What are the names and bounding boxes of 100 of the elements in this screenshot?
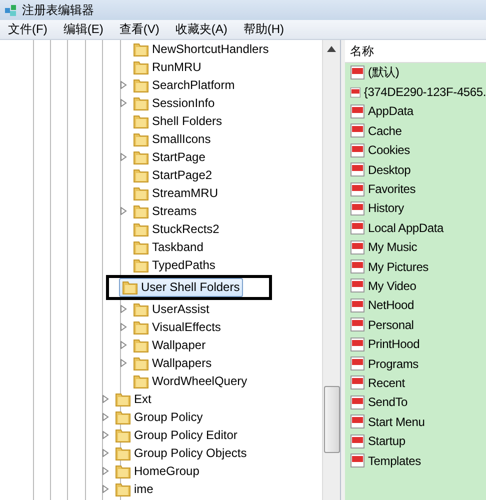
menu-item[interactable]: 收藏夹(A) <box>167 21 236 38</box>
tree-item[interactable]: Wallpaper <box>130 336 209 354</box>
menu-item[interactable]: 帮助(H) <box>235 21 292 38</box>
string-value-icon <box>350 336 365 352</box>
value-name[interactable]: My Video <box>368 278 416 293</box>
value-name[interactable]: Templates <box>368 454 421 468</box>
folder-icon <box>115 482 131 496</box>
tree-item[interactable]: UserAssist <box>130 300 212 318</box>
string-value-icon <box>350 182 365 197</box>
value-name[interactable]: NetHood <box>368 298 414 312</box>
tree-item[interactable]: ime <box>112 480 156 498</box>
string-value-icon <box>350 375 365 390</box>
tree-item[interactable]: TypedPaths <box>130 256 218 274</box>
folder-icon <box>115 392 131 406</box>
string-value-icon <box>350 453 365 468</box>
expand-arrow-icon[interactable] <box>120 305 128 313</box>
expand-arrow-icon[interactable] <box>120 153 128 161</box>
folder-icon <box>133 338 149 352</box>
expand-arrow-icon[interactable] <box>102 395 110 403</box>
value-name[interactable]: Programs <box>368 356 418 371</box>
value-name[interactable]: Desktop <box>368 162 411 177</box>
tree-item[interactable]: Ext <box>112 390 154 408</box>
folder-icon <box>133 186 149 200</box>
folder-icon <box>133 78 149 92</box>
string-value-icon <box>350 298 365 313</box>
value-name[interactable]: Start Menu <box>368 414 425 429</box>
tree-item[interactable]: SearchPlatform <box>130 76 238 94</box>
value-name[interactable]: (默认) <box>368 64 400 82</box>
expand-arrow-icon[interactable] <box>120 359 128 367</box>
string-value-icon <box>350 65 365 80</box>
menu-item[interactable]: 编辑(E) <box>55 21 112 38</box>
menu-item[interactable]: 文件(F) <box>0 21 56 38</box>
folder-icon <box>133 132 149 146</box>
value-name[interactable]: Cache <box>368 124 402 138</box>
tree-item[interactable]: HomeGroup <box>112 462 202 480</box>
string-value-icon <box>350 240 365 255</box>
expand-arrow-icon[interactable] <box>120 341 128 349</box>
value-name[interactable]: Cookies <box>368 143 410 158</box>
value-name[interactable]: History <box>368 201 404 216</box>
value-name[interactable]: Local AppData <box>368 220 444 235</box>
tree-item[interactable]: Streams <box>130 202 200 220</box>
string-value-icon <box>350 317 365 332</box>
string-value-icon <box>350 259 365 274</box>
folder-icon <box>133 258 149 272</box>
expand-arrow-icon[interactable] <box>102 467 110 475</box>
folder-icon <box>133 374 149 388</box>
folder-icon <box>133 240 149 254</box>
string-value-icon <box>350 434 365 449</box>
expand-arrow-icon[interactable] <box>120 81 128 89</box>
value-name[interactable]: PrintHood <box>368 337 420 352</box>
tree-item[interactable]: User Shell Folders <box>119 278 243 296</box>
value-name[interactable]: Startup <box>368 434 406 448</box>
folder-icon <box>133 320 149 334</box>
expand-arrow-icon[interactable] <box>102 431 110 439</box>
folder-icon <box>133 356 149 370</box>
value-name[interactable]: My Music <box>368 240 418 254</box>
string-value-icon <box>350 104 365 119</box>
value-name[interactable]: Personal <box>368 318 414 332</box>
folder-icon <box>133 114 149 128</box>
value-name[interactable]: Recent <box>368 376 405 390</box>
string-value-icon <box>350 84 361 100</box>
tree-item[interactable]: StartPage <box>130 148 208 166</box>
tree-item[interactable]: NewShortcutHandlers <box>130 40 272 58</box>
string-value-icon <box>350 142 365 158</box>
value-name[interactable]: {374DE290-123F-4565. <box>364 85 486 100</box>
tree-item[interactable]: RunMRU <box>130 58 204 76</box>
tree-item[interactable]: Group Policy Editor <box>112 426 240 444</box>
folder-icon <box>133 302 149 316</box>
tree-item[interactable]: SessionInfo <box>130 94 218 112</box>
tree-item[interactable]: VisualEffects <box>130 318 224 336</box>
scroll-up-icon[interactable] <box>327 46 336 52</box>
tree-item[interactable]: Taskband <box>130 238 206 256</box>
expand-arrow-icon[interactable] <box>102 449 110 457</box>
scrollbar-thumb[interactable] <box>324 386 340 453</box>
string-value-icon <box>350 200 365 216</box>
column-header[interactable]: 名称 <box>350 42 374 60</box>
value-name[interactable]: AppData <box>368 104 414 118</box>
tree-item[interactable]: StuckRects2 <box>130 220 222 238</box>
expand-arrow-icon[interactable] <box>102 485 110 493</box>
value-name[interactable]: SendTo <box>368 395 408 410</box>
menu-item[interactable]: 查看(V) <box>111 21 168 38</box>
string-value-icon <box>350 123 365 138</box>
tree-item[interactable]: WordWheelQuery <box>130 372 250 390</box>
tree-item[interactable]: Shell Folders <box>130 112 226 130</box>
expand-arrow-icon[interactable] <box>120 99 128 107</box>
app-icon <box>4 3 18 17</box>
tree-item[interactable]: StartPage2 <box>130 166 216 184</box>
tree-item[interactable]: StreamMRU <box>130 184 222 202</box>
tree-item[interactable]: Group Policy <box>112 408 206 426</box>
expand-arrow-icon[interactable] <box>102 413 110 421</box>
string-value-icon <box>350 278 365 294</box>
window-title: 注册表编辑器 <box>22 2 94 18</box>
tree-item[interactable]: Wallpapers <box>130 354 215 372</box>
expand-arrow-icon[interactable] <box>120 207 128 215</box>
value-name[interactable]: Favorites <box>368 182 416 196</box>
folder-icon <box>133 60 149 74</box>
value-name[interactable]: My Pictures <box>368 260 428 274</box>
tree-item[interactable]: SmallIcons <box>130 130 214 148</box>
expand-arrow-icon[interactable] <box>120 323 128 331</box>
tree-item[interactable]: Group Policy Objects <box>112 444 250 462</box>
